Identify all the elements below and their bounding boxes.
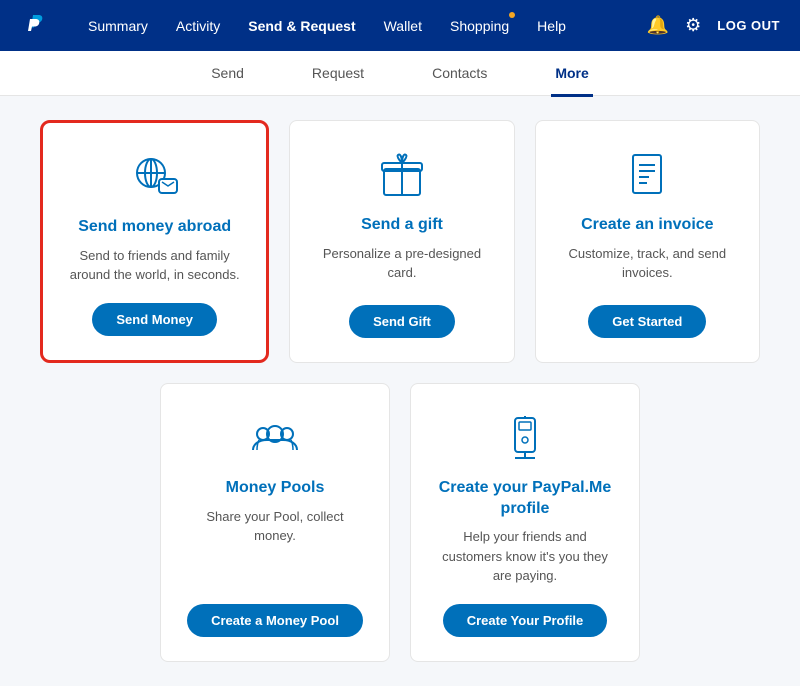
nav-right: 🔔 ⚙ LOG OUT [647,15,780,36]
card-money-pools: Money Pools Share your Pool, collect mon… [160,383,390,662]
logout-button[interactable]: LOG OUT [717,18,780,33]
get-started-button[interactable]: Get Started [588,305,706,338]
card-paypalme: Create your PayPal.Me profile Help your … [410,383,640,662]
subnav-send[interactable]: Send [207,52,248,97]
create-money-pool-button[interactable]: Create a Money Pool [187,604,363,637]
paypalme-icon [499,412,551,464]
subnav-request[interactable]: Request [308,52,368,97]
cards-row-2: Money Pools Share your Pool, collect mon… [120,383,680,662]
card-send-gift-title: Send a gift [361,215,443,236]
nav-links: Summary Activity Send & Request Wallet S… [76,0,647,51]
nav-wallet[interactable]: Wallet [372,0,434,51]
card-money-pools-title: Money Pools [226,478,325,499]
nav-activity[interactable]: Activity [164,0,232,51]
card-send-gift: Send a gift Personalize a pre-designed c… [289,120,514,363]
paypal-logo[interactable] [20,7,76,44]
card-paypalme-desc: Help your friends and customers know it'… [435,527,615,586]
card-paypalme-title: Create your PayPal.Me profile [435,478,615,520]
money-pools-icon [249,412,301,464]
card-send-abroad: Send money abroad Send to friends and fa… [40,120,269,363]
send-abroad-icon [129,151,181,203]
send-gift-icon [376,149,428,201]
sub-nav: Send Request Contacts More [0,51,800,96]
subnav-contacts[interactable]: Contacts [428,52,491,97]
bell-icon[interactable]: 🔔 [647,15,669,36]
card-create-invoice: Create an invoice Customize, track, and … [535,120,760,363]
send-gift-button[interactable]: Send Gift [349,305,455,338]
create-invoice-icon [621,149,673,201]
card-send-abroad-title: Send money abroad [78,217,231,238]
nav-shopping[interactable]: Shopping [438,0,521,51]
nav-send-request[interactable]: Send & Request [236,0,367,51]
card-money-pools-desc: Share your Pool, collect money. [185,507,365,586]
card-invoice-desc: Customize, track, and send invoices. [560,244,735,287]
card-send-gift-desc: Personalize a pre-designed card. [314,244,489,287]
cards-row-1: Send money abroad Send to friends and fa… [40,120,760,363]
shopping-dot [509,12,515,18]
main-content: Send money abroad Send to friends and fa… [0,96,800,686]
card-send-abroad-desc: Send to friends and family around the wo… [67,246,242,285]
create-profile-button[interactable]: Create Your Profile [443,604,608,637]
top-nav: Summary Activity Send & Request Wallet S… [0,0,800,51]
send-money-button[interactable]: Send Money [92,303,217,336]
nav-help[interactable]: Help [525,0,578,51]
nav-summary[interactable]: Summary [76,0,160,51]
gear-icon[interactable]: ⚙ [685,15,701,36]
card-invoice-title: Create an invoice [581,215,714,236]
subnav-more[interactable]: More [551,52,592,97]
